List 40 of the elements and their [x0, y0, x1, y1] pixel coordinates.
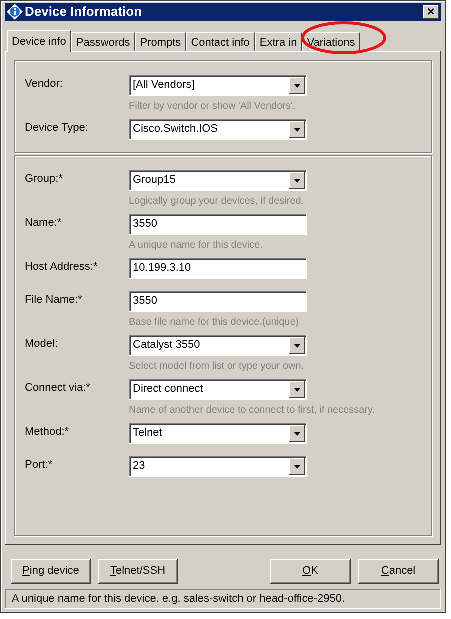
- dropdown[interactable]: Catalyst 3550: [129, 335, 307, 356]
- input-field[interactable]: 3550: [129, 291, 307, 312]
- field-label: Connect via:*: [25, 381, 92, 396]
- field-label: Device Type:: [25, 121, 90, 136]
- input-field[interactable]: 3550: [129, 214, 307, 235]
- dialog-button[interactable]: OK: [270, 559, 351, 584]
- dropdown[interactable]: Direct connect: [129, 379, 307, 400]
- field-label: Group:*: [25, 172, 64, 187]
- close-button[interactable]: ×: [423, 5, 439, 19]
- tab[interactable]: Prompts: [135, 32, 186, 51]
- dropdown[interactable]: Group15: [129, 170, 307, 191]
- tab[interactable]: Passwords: [71, 32, 136, 51]
- status-bar: A unique name for this device. e.g. sales-switch or head-office-2950.: [5, 589, 441, 609]
- tab[interactable]: Variations: [302, 32, 360, 51]
- tab[interactable]: Device info: [7, 30, 72, 52]
- field-label: Name:*: [25, 216, 63, 231]
- tab[interactable]: Extra in: [254, 32, 302, 51]
- dropdown[interactable]: 23: [129, 456, 307, 477]
- window-title: Device Information: [25, 3, 144, 22]
- dropdown[interactable]: Cisco.Switch.IOS: [129, 119, 307, 140]
- field-label: Port:*: [25, 458, 54, 473]
- hint-text: Name of another device to connect to first, if necessary.: [129, 404, 376, 418]
- field-label: Host Address:*: [25, 260, 99, 275]
- dialog-button[interactable]: Cancel: [358, 559, 439, 584]
- hint-text: Logically group your devices, if desired.: [129, 195, 306, 209]
- dropdown[interactable]: [All Vendors]: [129, 75, 307, 96]
- toolbar-button[interactable]: Ping device: [11, 559, 91, 584]
- input-field[interactable]: 10.199.3.10: [129, 258, 307, 279]
- field-label: File Name:*: [25, 293, 84, 308]
- field-label: Model:: [25, 337, 60, 352]
- hint-text: Filter by vendor or show 'All Vendors'.: [129, 100, 297, 114]
- toolbar-button[interactable]: Telnet/SSH: [98, 559, 178, 584]
- hint-text: A unique name for this device.: [129, 239, 264, 253]
- field-label: Method:*: [25, 425, 70, 440]
- hint-text: Select model from list or type your own.: [129, 360, 306, 374]
- info-icon: [7, 4, 23, 20]
- dropdown[interactable]: Telnet: [129, 423, 307, 444]
- tab[interactable]: Contact info: [186, 32, 255, 51]
- field-label: Vendor:: [25, 77, 64, 92]
- hint-text: Base file name for this device.(unique): [129, 316, 300, 330]
